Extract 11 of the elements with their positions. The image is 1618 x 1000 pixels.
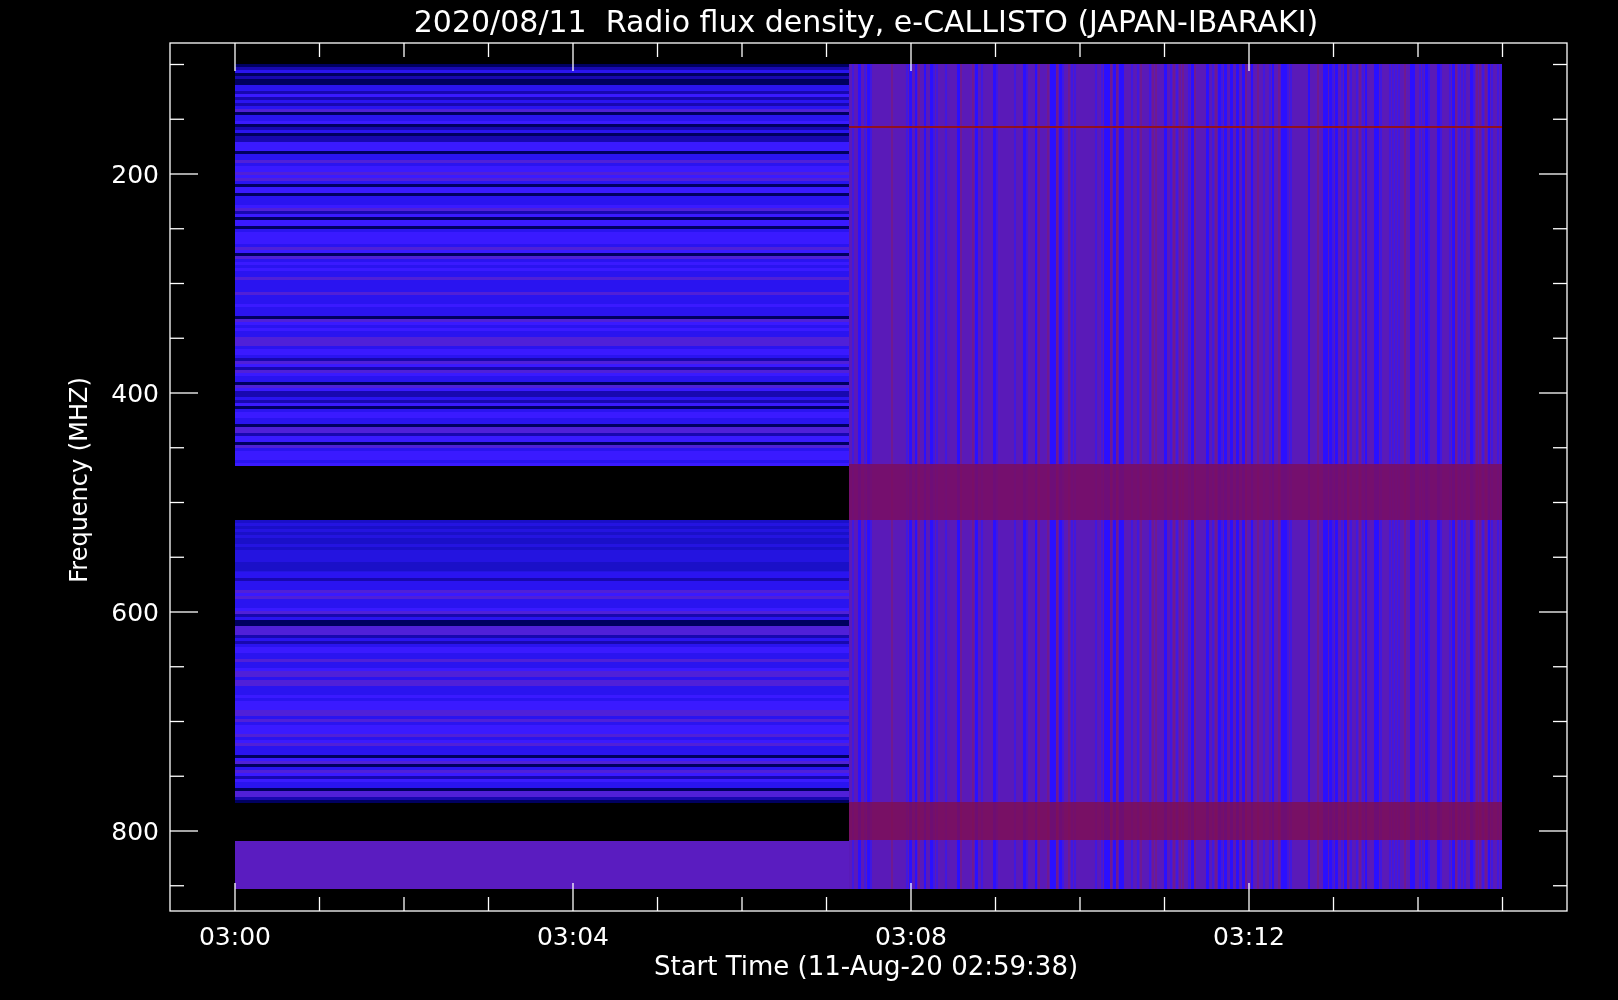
y-tick-label: 800 [111, 817, 159, 846]
x-tick-label: 03:12 [1213, 922, 1285, 951]
y-tick-label: 400 [111, 379, 159, 408]
y-tick-label: 200 [111, 160, 159, 189]
y-tick-label: 600 [111, 598, 159, 627]
x-axis-label: Start Time (11-Aug-20 02:59:38) [653, 951, 1079, 981]
x-tick-label: 03:08 [875, 922, 947, 951]
chart-title: 2020/08/11 Radio flux density, e-CALLISTO (JAPAN-IBARAKI) [413, 4, 1319, 39]
x-tick-label: 03:04 [537, 922, 609, 951]
y-axis-label: Frequency (MHZ) [65, 377, 93, 583]
x-tick-label: 03:00 [199, 922, 271, 951]
